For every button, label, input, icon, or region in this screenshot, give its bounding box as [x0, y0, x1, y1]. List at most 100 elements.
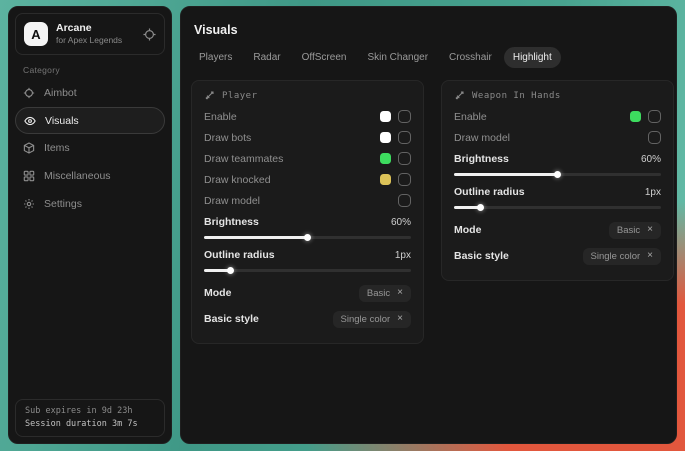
- tab-players[interactable]: Players: [190, 47, 241, 68]
- sidebar-item-label: Items: [44, 142, 70, 154]
- main-panel: Visuals Players Radar OffScreen Skin Cha…: [180, 6, 677, 444]
- setting-row-draw-knocked: Draw knocked: [204, 169, 411, 190]
- eye-icon: [24, 115, 36, 127]
- crosshair-icon: [23, 87, 35, 99]
- sidebar-item-items[interactable]: Items: [9, 134, 171, 162]
- sidebar-item-settings[interactable]: Settings: [9, 190, 171, 218]
- tag-label: Single color: [341, 314, 391, 325]
- setting-label: Enable: [204, 111, 237, 123]
- gear-icon: [23, 198, 35, 210]
- setting-row-draw-bots: Draw bots: [204, 127, 411, 148]
- setting-row-basic-style: Basic style Single color ×: [204, 306, 411, 332]
- setting-row-enable: Enable: [204, 106, 411, 127]
- tag-label: Single color: [591, 251, 641, 262]
- slider-value: 60%: [391, 217, 411, 228]
- checkbox[interactable]: [398, 173, 411, 186]
- setting-label: Draw knocked: [204, 174, 271, 186]
- sidebar-item-visuals[interactable]: Visuals: [15, 107, 165, 134]
- brightness-slider[interactable]: [454, 173, 661, 176]
- weapon-in-hands-panel: Weapon In Hands Enable Draw model Bright…: [441, 80, 674, 281]
- tab-bar: Players Radar OffScreen Skin Changer Cro…: [190, 47, 676, 68]
- cube-icon: [23, 142, 35, 154]
- setting-label: Draw model: [454, 132, 510, 144]
- setting-label: Basic style: [204, 313, 259, 325]
- slider-thumb[interactable]: [554, 171, 561, 178]
- setting-label: Basic style: [454, 250, 509, 262]
- setting-row-mode: Mode Basic ×: [204, 280, 411, 306]
- tag-label: Basic: [367, 288, 390, 299]
- remove-tag-icon[interactable]: ×: [647, 251, 653, 261]
- session-duration-text: Session duration 3m 7s: [25, 418, 155, 431]
- tag-label: Basic: [617, 225, 640, 236]
- color-swatch[interactable]: [380, 111, 391, 122]
- mode-tag[interactable]: Basic ×: [359, 285, 411, 302]
- setting-row-brightness: Brightness 60%: [454, 151, 661, 176]
- slider-value: 60%: [641, 154, 661, 165]
- sub-expiry-text: Sub expires in 9d 23h: [25, 405, 155, 418]
- checkbox[interactable]: [398, 131, 411, 144]
- remove-tag-icon[interactable]: ×: [397, 288, 403, 298]
- color-swatch[interactable]: [380, 174, 391, 185]
- setting-row-draw-model: Draw model: [204, 190, 411, 211]
- brightness-slider[interactable]: [204, 236, 411, 239]
- outline-radius-slider[interactable]: [204, 269, 411, 272]
- setting-row-outline-radius: Outline radius 1px: [204, 247, 411, 272]
- setting-row-mode: Mode Basic ×: [454, 217, 661, 243]
- color-swatch[interactable]: [380, 153, 391, 164]
- tab-skin-changer[interactable]: Skin Changer: [358, 47, 437, 68]
- setting-label: Brightness: [204, 216, 259, 228]
- tab-highlight[interactable]: Highlight: [504, 47, 561, 68]
- tab-offscreen[interactable]: OffScreen: [293, 47, 356, 68]
- app-subtitle: for Apex Legends: [56, 35, 135, 46]
- checkbox[interactable]: [398, 194, 411, 207]
- checkbox[interactable]: [398, 110, 411, 123]
- sidebar-item-label: Visuals: [45, 115, 79, 127]
- slider-thumb[interactable]: [304, 234, 311, 241]
- slider-thumb[interactable]: [477, 204, 484, 211]
- setting-row-basic-style: Basic style Single color ×: [454, 243, 661, 269]
- outline-radius-slider[interactable]: [454, 206, 661, 209]
- setting-row-draw-teammates: Draw teammates: [204, 148, 411, 169]
- checkbox[interactable]: [648, 110, 661, 123]
- remove-tag-icon[interactable]: ×: [647, 225, 653, 235]
- sidebar-item-label: Aimbot: [44, 87, 77, 99]
- color-swatch[interactable]: [630, 111, 641, 122]
- sidebar: A Arcane for Apex Legends Category Aimbo…: [8, 6, 172, 444]
- setting-label: Enable: [454, 111, 487, 123]
- basic-style-tag[interactable]: Single color ×: [583, 248, 661, 265]
- checkbox[interactable]: [648, 131, 661, 144]
- checkbox[interactable]: [398, 152, 411, 165]
- sidebar-item-aimbot[interactable]: Aimbot: [9, 79, 171, 107]
- sidebar-item-miscellaneous[interactable]: Miscellaneous: [9, 162, 171, 190]
- app-header: A Arcane for Apex Legends: [15, 13, 165, 55]
- slider-value: 1px: [645, 187, 661, 198]
- app-logo: A: [24, 22, 48, 46]
- setting-label: Mode: [204, 287, 231, 299]
- app-name: Arcane: [56, 22, 135, 35]
- remove-tag-icon[interactable]: ×: [397, 314, 403, 324]
- setting-label: Draw teammates: [204, 153, 283, 165]
- panel-title: Player: [222, 91, 258, 101]
- setting-label: Outline radius: [204, 249, 275, 261]
- setting-label: Draw bots: [204, 132, 251, 144]
- sidebar-item-label: Settings: [44, 198, 82, 210]
- subscription-info: Sub expires in 9d 23h Session duration 3…: [15, 399, 165, 437]
- grid-icon: [23, 170, 35, 182]
- sidebar-item-label: Miscellaneous: [44, 170, 111, 182]
- tab-crosshair[interactable]: Crosshair: [440, 47, 501, 68]
- basic-style-tag[interactable]: Single color ×: [333, 311, 411, 328]
- mode-tag[interactable]: Basic ×: [609, 222, 661, 239]
- setting-label: Mode: [454, 224, 481, 236]
- slider-thumb[interactable]: [227, 267, 234, 274]
- setting-row-brightness: Brightness 60%: [204, 214, 411, 239]
- weapon-icon: [454, 90, 465, 101]
- weapon-icon: [204, 90, 215, 101]
- color-swatch[interactable]: [380, 132, 391, 143]
- panel-title: Weapon In Hands: [472, 91, 561, 101]
- setting-row-outline-radius: Outline radius 1px: [454, 184, 661, 209]
- category-label: Category: [23, 65, 157, 75]
- slider-value: 1px: [395, 250, 411, 261]
- scan-icon[interactable]: [143, 28, 156, 41]
- tab-radar[interactable]: Radar: [244, 47, 289, 68]
- page-title: Visuals: [194, 23, 676, 37]
